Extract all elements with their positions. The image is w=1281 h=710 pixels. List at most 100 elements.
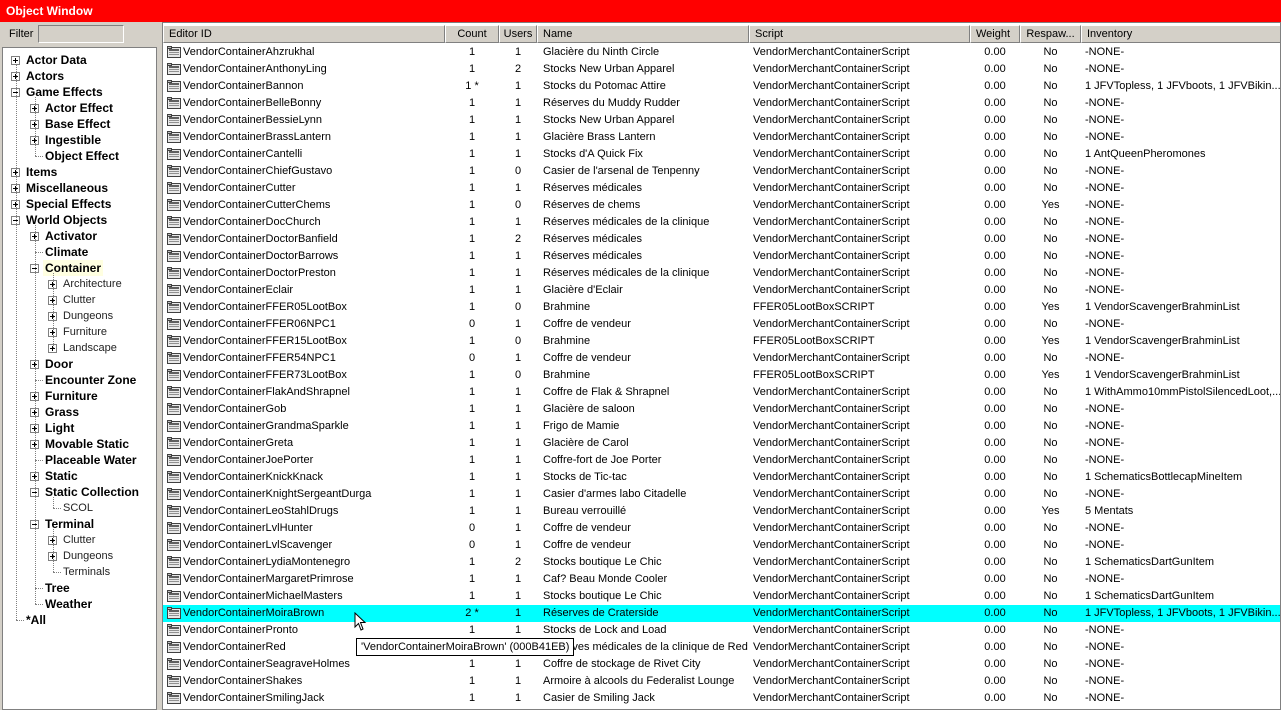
table-row[interactable]: VendorContainerJoePorter 1 1 Coffre-fort de…: [163, 452, 1280, 469]
tree-item-terminals[interactable]: Terminals: [3, 564, 153, 580]
tree-item-static[interactable]: Static: [3, 468, 153, 484]
tree-item-special-effects[interactable]: Special Effects: [3, 196, 153, 212]
cell-users: 1: [514, 607, 522, 619]
tree-item-weather[interactable]: Weather: [3, 596, 153, 612]
container-icon: [167, 539, 181, 551]
tree-item-object-effect[interactable]: Object Effect: [3, 148, 153, 164]
cell-users: 2: [514, 63, 522, 75]
tree-item-terminal[interactable]: Terminal: [3, 516, 153, 532]
table-row[interactable]: VendorContainerFFER15LootBox 1 0 Brahmine FF…: [163, 333, 1280, 350]
cell-editor-id: VendorContainerMichaelMasters: [183, 590, 343, 602]
column-header-respawn[interactable]: Respaw...: [1020, 25, 1081, 43]
filter-input[interactable]: [38, 25, 124, 43]
category-tree[interactable]: Actor Data Actors Game Effects Actor Effect…: [2, 47, 157, 710]
column-header-inventory[interactable]: Inventory: [1081, 25, 1280, 43]
tree-item-all[interactable]: *All: [3, 612, 153, 628]
object-list[interactable]: Editor ID Count Users Name Script Weight Respa…: [162, 22, 1281, 710]
cell-script: VendorMerchantContainerScript: [753, 590, 910, 602]
tree-item-actor-data[interactable]: Actor Data: [3, 52, 153, 68]
tree-item-encounter-zone[interactable]: Encounter Zone: [3, 372, 153, 388]
tree-item-activator[interactable]: Activator: [3, 228, 153, 244]
table-row[interactable]: VendorContainerChiefGustavo 1 0 Casier de l…: [163, 163, 1280, 180]
table-row[interactable]: VendorContainerDoctorBarrows 1 1 Réserves m…: [163, 248, 1280, 265]
tree-item-clutter[interactable]: Clutter: [3, 532, 153, 548]
cell-inventory: 1 VendorScavengerBrahminList: [1085, 335, 1240, 347]
tree-item-landscape[interactable]: Landscape: [3, 340, 153, 356]
table-row[interactable]: VendorContainerLvlHunter 0 1 Coffre de vend…: [163, 520, 1280, 537]
tree-item-container[interactable]: Container: [3, 260, 153, 276]
tree-item-static-collection[interactable]: Static Collection: [3, 484, 153, 500]
table-row[interactable]: VendorContainerFFER06NPC1 0 1 Coffre de ven…: [163, 316, 1280, 333]
table-row[interactable]: VendorContainerLvlScavenger 0 1 Coffre de v…: [163, 537, 1280, 554]
tree-item-actors[interactable]: Actors: [3, 68, 153, 84]
table-row[interactable]: VendorContainerAhzrukhal 1 1 Glacière du Ni…: [163, 44, 1280, 61]
column-header-editor-id[interactable]: Editor ID: [163, 25, 445, 43]
table-row[interactable]: VendorContainerKnickKnack 1 1 Stocks de Tic…: [163, 469, 1280, 486]
tree-item-world-objects[interactable]: World Objects: [3, 212, 153, 228]
tree-item-miscellaneous[interactable]: Miscellaneous: [3, 180, 153, 196]
table-row[interactable]: VendorContainerBessieLynn 1 1 Stocks New Ur…: [163, 112, 1280, 129]
table-row[interactable]: VendorContainerFFER54NPC1 0 1 Coffre de ven…: [163, 350, 1280, 367]
table-row[interactable]: VendorContainerCutterChems 1 0 Réserves de …: [163, 197, 1280, 214]
table-row[interactable]: VendorContainerFlakAndShrapnel 1 1 Coffre d…: [163, 384, 1280, 401]
column-header-users[interactable]: Users: [499, 25, 537, 43]
table-row[interactable]: VendorContainerFFER73LootBox 1 0 Brahmine FF…: [163, 367, 1280, 384]
table-row[interactable]: VendorContainerAnthonyLing 1 2 Stocks New U…: [163, 61, 1280, 78]
tree-item-dungeons[interactable]: Dungeons: [3, 548, 153, 564]
tree-item-grass[interactable]: Grass: [3, 404, 153, 420]
table-row[interactable]: VendorContainerBrassLantern 1 1 Glacière Br…: [163, 129, 1280, 146]
column-header-script[interactable]: Script: [749, 25, 970, 43]
tree-item-door[interactable]: Door: [3, 356, 153, 372]
tree-connector: [16, 620, 24, 621]
column-header-name[interactable]: Name: [537, 25, 749, 43]
tree-item-label: Activator: [45, 229, 98, 243]
table-row[interactable]: VendorContainerEclair 1 1 Glacière d'Eclair…: [163, 282, 1280, 299]
tree-item-items[interactable]: Items: [3, 164, 153, 180]
tree-item-furniture[interactable]: Furniture: [3, 324, 153, 340]
tree-item-game-effects[interactable]: Game Effects: [3, 84, 153, 100]
table-row[interactable]: VendorContainerDocChurch 1 1 Réserves médic…: [163, 214, 1280, 231]
table-row[interactable]: VendorContainerPronto 1 1 Stocks de Lock an…: [163, 622, 1280, 639]
filter-label: Filter: [9, 28, 34, 40]
tree-item-base-effect[interactable]: Base Effect: [3, 116, 153, 132]
table-row[interactable]: VendorContainerSmilingJack 1 1 Casier de Sm…: [163, 690, 1280, 707]
tree-item-actor-effect[interactable]: Actor Effect: [3, 100, 153, 116]
tree-item-architecture[interactable]: Architecture: [3, 276, 153, 292]
cell-respawn: No: [1043, 403, 1058, 415]
table-row[interactable]: VendorContainerCutter 1 1 Réserves médicale…: [163, 180, 1280, 197]
column-header-count[interactable]: Count: [445, 25, 499, 43]
table-row[interactable]: VendorContainerLeoStahlDrugs 1 1 Bureau ver…: [163, 503, 1280, 520]
cell-inventory: 5 Mentats: [1085, 505, 1134, 517]
tree-item-dungeons[interactable]: Dungeons: [3, 308, 153, 324]
tree-item-light[interactable]: Light: [3, 420, 153, 436]
table-row[interactable]: VendorContainerLydiaMontenegro 1 2 Stocks b…: [163, 554, 1280, 571]
table-row[interactable]: VendorContainerDoctorBanfield 1 2 Réserves …: [163, 231, 1280, 248]
column-header-weight[interactable]: Weight: [970, 25, 1020, 43]
table-row[interactable]: VendorContainerKnightSergeantDurga 1 1 Casi…: [163, 486, 1280, 503]
table-row[interactable]: VendorContainerRed11Réserves médicales d…: [163, 639, 1280, 656]
tree-item-clutter[interactable]: Clutter: [3, 292, 153, 308]
cell-inventory: 1 SchematicsDartGunItem: [1085, 590, 1214, 602]
tree-item-scol[interactable]: SCOL: [3, 500, 153, 516]
table-row[interactable]: VendorContainerCantelli 1 1 Stocks d'A Quic…: [163, 146, 1280, 163]
tree-item-ingestible[interactable]: Ingestible: [3, 132, 153, 148]
table-row[interactable]: VendorContainerGob 1 1 Glacière de saloon Ve…: [163, 401, 1280, 418]
table-row[interactable]: VendorContainerFFER05LootBox 1 0 Brahmine FF…: [163, 299, 1280, 316]
table-row[interactable]: VendorContainerMoiraBrown 2 * 1 Réserves de…: [163, 605, 1280, 622]
tree-item-tree[interactable]: Tree: [3, 580, 153, 596]
table-row[interactable]: VendorContainerBelleBonny 1 1 Réserves du M…: [163, 95, 1280, 112]
table-row[interactable]: VendorContainerMargaretPrimrose 1 1 Caf? Be…: [163, 571, 1280, 588]
table-row[interactable]: VendorContainerDoctorPreston 1 1 Réserves m…: [163, 265, 1280, 282]
tree-item-furniture[interactable]: Furniture: [3, 388, 153, 404]
expand-icon[interactable]: [11, 56, 20, 65]
tree-item-placeable-water[interactable]: Placeable Water: [3, 452, 153, 468]
table-row[interactable]: VendorContainerGrandmaSparkle 1 1 Frigo de …: [163, 418, 1280, 435]
table-row[interactable]: VendorContainerBannon 1 * 1 Stocks du Potom…: [163, 78, 1280, 95]
table-row[interactable]: VendorContainerSeagraveHolmes 1 1 Coffre de…: [163, 656, 1280, 673]
table-row[interactable]: VendorContainerGreta 1 1 Glacière de Carol V…: [163, 435, 1280, 452]
table-row[interactable]: VendorContainerShakes 1 1 Armoire à alcools…: [163, 673, 1280, 690]
tree-item-movable-static[interactable]: Movable Static: [3, 436, 153, 452]
cell-users: 1: [514, 114, 522, 126]
tree-item-climate[interactable]: Climate: [3, 244, 153, 260]
table-row[interactable]: VendorContainerMichaelMasters 1 1 Stocks bo…: [163, 588, 1280, 605]
